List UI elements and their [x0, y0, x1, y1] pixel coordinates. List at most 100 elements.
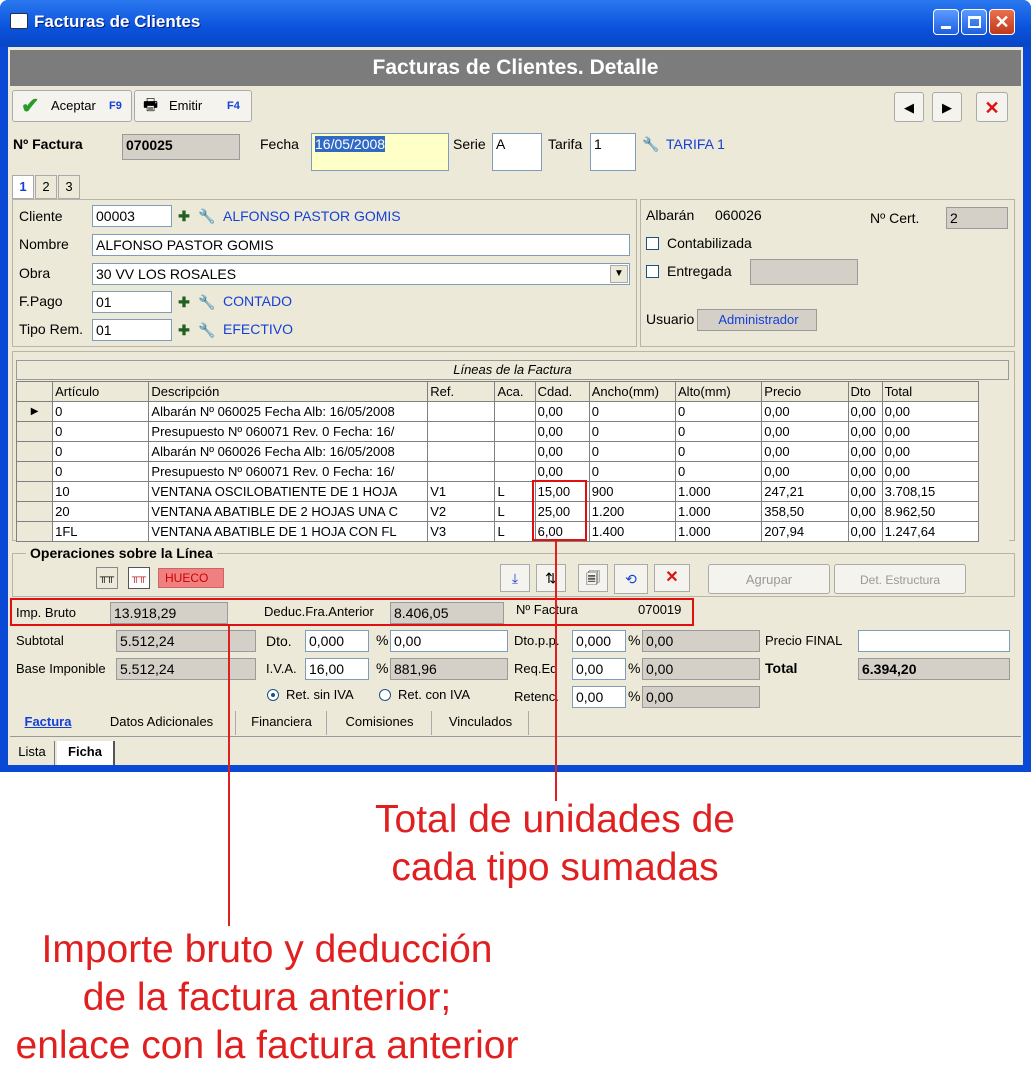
maximize-button[interactable]: [961, 9, 987, 35]
column-header[interactable]: Dto: [847, 381, 883, 402]
cell[interactable]: 0: [588, 421, 677, 442]
cell[interactable]: 900: [588, 481, 677, 502]
next-record-button[interactable]: ▶: [932, 92, 962, 122]
fpago-code-field[interactable]: 01: [92, 291, 172, 313]
cell[interactable]: [494, 421, 536, 442]
search-icon[interactable]: 🔧: [642, 135, 660, 153]
cell[interactable]: 0,00: [847, 501, 883, 522]
tab-factura[interactable]: Factura: [10, 711, 86, 735]
cell[interactable]: 1FL: [52, 521, 150, 542]
cell[interactable]: 1.200: [588, 501, 677, 522]
cell[interactable]: VENTANA ABATIBLE DE 1 HOJA CON FL: [148, 521, 429, 542]
dto-pct-field[interactable]: 0,000: [305, 630, 369, 652]
ret-con-iva-radio[interactable]: [379, 689, 391, 701]
cell[interactable]: 0,00: [881, 461, 980, 482]
cell[interactable]: 0,00: [534, 401, 590, 422]
plus-icon[interactable]: ✚: [175, 293, 193, 311]
cell[interactable]: 247,21: [761, 481, 849, 502]
cell[interactable]: 10: [52, 481, 150, 502]
cell[interactable]: 0: [588, 441, 677, 462]
cell[interactable]: L: [494, 481, 536, 502]
emit-button[interactable]: 🖶 Emitir F4: [134, 90, 252, 122]
column-header[interactable]: Aca.: [494, 381, 536, 402]
close-button[interactable]: ✕: [989, 9, 1015, 35]
cell[interactable]: 0: [588, 461, 677, 482]
cell[interactable]: L: [494, 521, 536, 542]
cell[interactable]: 3.708,15: [881, 481, 980, 502]
search-icon[interactable]: 🔧: [198, 293, 216, 311]
cell[interactable]: [427, 401, 496, 422]
tab-page-2[interactable]: 2: [35, 175, 57, 199]
obra-select[interactable]: 30 VV LOS ROSALES ▼: [92, 263, 630, 285]
cell[interactable]: 0: [675, 401, 763, 422]
reqeq-pct-field[interactable]: 0,00: [572, 658, 626, 680]
cell[interactable]: 0,00: [761, 461, 849, 482]
cell[interactable]: 0,00: [534, 421, 590, 442]
entregada-checkbox[interactable]: [646, 265, 659, 278]
plus-icon[interactable]: ✚: [175, 207, 193, 225]
cell[interactable]: 1.000: [675, 501, 763, 522]
cell[interactable]: [494, 461, 536, 482]
delete-button[interactable]: ✕: [976, 92, 1008, 122]
cell[interactable]: 0,00: [761, 421, 849, 442]
cell[interactable]: 0,00: [847, 521, 883, 542]
retenc-pct-field[interactable]: 0,00: [572, 686, 626, 708]
split-line-icon[interactable]: ⇅: [536, 564, 566, 592]
cell[interactable]: Presupuesto Nº 060071 Rev. 0 Fecha: 16/: [148, 461, 429, 482]
search-icon[interactable]: 🔧: [198, 207, 216, 225]
chevron-down-icon[interactable]: ▼: [610, 265, 628, 283]
cell[interactable]: 0,00: [761, 441, 849, 462]
column-header[interactable]: Precio: [761, 381, 849, 402]
plus-icon[interactable]: ✚: [175, 321, 193, 339]
cell[interactable]: 0,00: [847, 481, 883, 502]
cell[interactable]: Presupuesto Nº 060071 Rev. 0 Fecha: 16/: [148, 421, 429, 442]
cell[interactable]: 1.000: [675, 521, 763, 542]
search-icon[interactable]: 🔧: [198, 321, 216, 339]
agrupar-button[interactable]: Agrupar: [708, 564, 830, 594]
cell[interactable]: 20: [52, 501, 150, 522]
column-header[interactable]: Ref.: [427, 381, 496, 402]
cell[interactable]: 0: [588, 401, 677, 422]
hueco-badge[interactable]: HUECO: [158, 568, 224, 588]
cell[interactable]: V3: [427, 521, 496, 542]
cell[interactable]: L: [494, 501, 536, 522]
cliente-code-field[interactable]: 00003: [92, 205, 172, 227]
prev-record-button[interactable]: ◀: [894, 92, 924, 122]
cell[interactable]: 0: [675, 421, 763, 442]
table-row[interactable]: 20 VENTANA ABATIBLE DE 2 HOJAS UNA C V2 L 25…: [15, 501, 980, 522]
minimize-button[interactable]: [933, 9, 959, 35]
cell[interactable]: [427, 421, 496, 442]
tab-financiera[interactable]: Financiera: [237, 711, 327, 735]
cell[interactable]: 0: [52, 401, 150, 422]
column-header[interactable]: Alto(mm): [675, 381, 763, 402]
cell[interactable]: 0,00: [847, 461, 883, 482]
tab-ficha[interactable]: Ficha: [57, 741, 115, 765]
cell[interactable]: Albarán Nº 060025 Fecha Alb: 16/05/2008: [148, 401, 429, 422]
cell[interactable]: [427, 461, 496, 482]
cell[interactable]: 1.400: [588, 521, 677, 542]
column-header[interactable]: Ancho(mm): [588, 381, 677, 402]
cell[interactable]: Albarán Nº 060026 Fecha Alb: 16/05/2008: [148, 441, 429, 462]
contabilizada-checkbox[interactable]: [646, 237, 659, 250]
cell[interactable]: 0: [675, 461, 763, 482]
cell[interactable]: 0,00: [534, 461, 590, 482]
insert-line-icon[interactable]: ⤓: [500, 564, 530, 592]
cell[interactable]: 1.000: [675, 481, 763, 502]
cell[interactable]: 358,50: [761, 501, 849, 522]
nombre-field[interactable]: ALFONSO PASTOR GOMIS: [92, 234, 630, 256]
tarifa-field[interactable]: 1: [590, 133, 636, 171]
copy-icon[interactable]: 🗐: [578, 564, 608, 592]
cell[interactable]: 0: [52, 461, 150, 482]
tab-page-1[interactable]: 1: [12, 175, 34, 199]
cell[interactable]: 0,00: [881, 421, 980, 442]
tab-vinculados[interactable]: Vinculados: [433, 711, 529, 735]
cell[interactable]: VENTANA OSCILOBATIENTE DE 1 HOJA: [148, 481, 429, 502]
refresh-icon[interactable]: ⟲: [614, 564, 648, 594]
cell[interactable]: 0,00: [761, 401, 849, 422]
window-type-icon[interactable]: ╥╥: [128, 567, 150, 589]
cell[interactable]: V1: [427, 481, 496, 502]
column-header[interactable]: Descripción: [148, 381, 429, 402]
tab-datos-adicionales[interactable]: Datos Adicionales: [88, 711, 236, 735]
date-field[interactable]: 16/05/2008: [311, 133, 449, 171]
dtopp-pct-field[interactable]: 0,000: [572, 630, 626, 652]
